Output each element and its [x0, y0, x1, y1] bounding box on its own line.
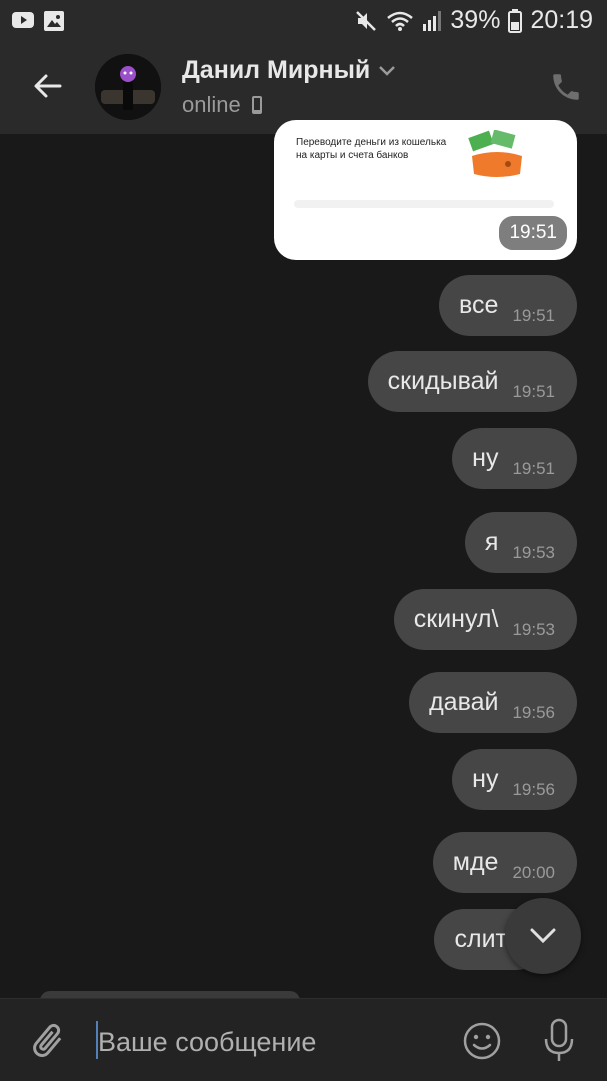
battery-icon	[508, 8, 523, 33]
text-caret	[96, 1021, 98, 1059]
image-caption: Переводите деньги из кошелька на карты и…	[296, 137, 447, 161]
youtube-icon	[12, 12, 34, 28]
image-icon	[44, 11, 64, 31]
message-bubble[interactable]: скинул\ 19:53	[393, 589, 577, 650]
clock: 20:19	[530, 6, 593, 34]
mute-icon	[356, 10, 377, 31]
message-text: скидывай	[387, 367, 499, 395]
message-bubble[interactable]: мде 20:00	[432, 832, 577, 893]
message-text: я	[484, 528, 499, 556]
attach-icon[interactable]	[28, 1021, 68, 1061]
wifi-icon	[387, 11, 414, 31]
message-time: 19:53	[512, 542, 555, 562]
message-bubble[interactable]: ну 19:51	[452, 428, 577, 489]
message-text: ну	[472, 444, 499, 472]
message-text: давай	[429, 688, 499, 716]
chevron-down-icon	[530, 928, 556, 944]
message-bubble[interactable]: я 19:53	[464, 512, 577, 573]
online-status: online	[182, 92, 241, 117]
wallet-illustration	[468, 130, 522, 177]
back-arrow-icon[interactable]	[30, 68, 66, 104]
message-text: скинул\	[413, 605, 499, 633]
image-message[interactable]: Переводите деньги из кошелька на карты и…	[274, 120, 577, 260]
message-time: 19:51	[512, 381, 555, 401]
message-time: 19:51	[512, 458, 555, 478]
message-text: слит	[454, 925, 507, 953]
message-time: 19:53	[512, 619, 555, 639]
chevron-down-icon[interactable]	[378, 65, 396, 77]
status-bar: 39% 20:19	[0, 0, 607, 42]
message-time: 19:51	[512, 305, 555, 325]
message-time: 19:56	[512, 779, 555, 799]
avatar[interactable]	[95, 54, 161, 120]
message-bubble[interactable]: ну 19:56	[452, 749, 577, 810]
mobile-icon	[251, 96, 262, 114]
message-composer	[0, 998, 607, 1081]
message-text: все	[459, 291, 499, 319]
message-input[interactable]	[96, 1021, 440, 1063]
message-bubble[interactable]: давай 19:56	[409, 672, 577, 733]
battery-percent: 39%	[450, 6, 501, 34]
microphone-icon[interactable]	[541, 1017, 577, 1063]
message-time: 19:56	[512, 702, 555, 722]
message-bubble[interactable]: все 19:51	[439, 275, 577, 336]
message-text: ну	[472, 765, 499, 793]
signal-icon	[423, 10, 442, 31]
contact-name[interactable]: Данил Мирный	[182, 56, 370, 85]
scroll-down-button[interactable]	[505, 898, 581, 974]
message-bubble[interactable]: скидывай 19:51	[367, 351, 577, 412]
emoji-icon[interactable]	[462, 1021, 502, 1061]
message-text: мде	[452, 848, 499, 876]
phone-icon[interactable]	[549, 70, 583, 104]
message-time: 19:51	[499, 216, 567, 250]
message-time: 20:00	[512, 862, 555, 882]
image-background	[294, 200, 554, 208]
